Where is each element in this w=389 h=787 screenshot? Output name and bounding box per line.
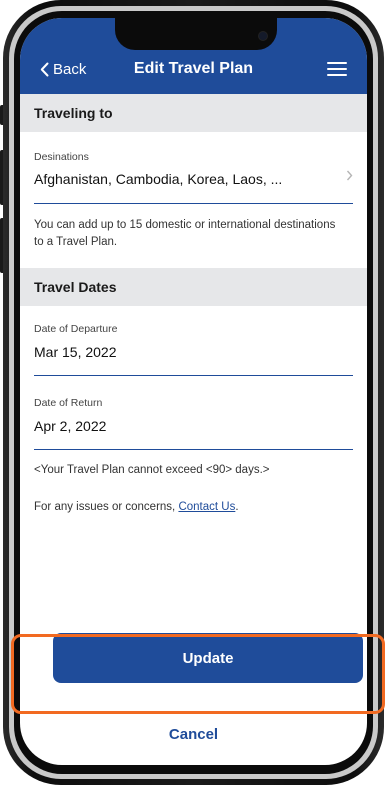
update-button[interactable]: Update bbox=[53, 633, 363, 683]
departure-value: Mar 15, 2022 bbox=[34, 344, 117, 360]
contact-note: For any issues or concerns, Contact Us. bbox=[34, 501, 239, 513]
contact-us-link[interactable]: Contact Us bbox=[178, 501, 235, 513]
return-label: Date of Return bbox=[34, 397, 103, 409]
trip-limit-note: <Your Travel Plan cannot exceed <90> day… bbox=[34, 464, 270, 476]
phone-screen: Back Edit Travel Plan Traveling to Desin… bbox=[20, 18, 367, 765]
cancel-button[interactable]: Cancel bbox=[20, 726, 367, 743]
destinations-helper-text: You can add up to 15 domestic or interna… bbox=[34, 219, 336, 248]
hamburger-menu-icon[interactable] bbox=[327, 62, 347, 76]
section-travel-dates: Travel Dates bbox=[20, 268, 367, 306]
camera-icon bbox=[258, 31, 268, 41]
destinations-value: Afghanistan, Cambodia, Korea, Laos, ... bbox=[34, 171, 283, 187]
section-title: Traveling to bbox=[34, 105, 113, 121]
chevron-right-icon bbox=[346, 170, 353, 181]
return-underline bbox=[34, 449, 353, 450]
departure-underline bbox=[34, 375, 353, 376]
return-value: Apr 2, 2022 bbox=[34, 418, 107, 434]
page-title: Edit Travel Plan bbox=[133, 60, 254, 77]
section-traveling-to: Traveling to bbox=[20, 94, 367, 132]
departure-label: Date of Departure bbox=[34, 323, 118, 335]
destinations-underline bbox=[34, 203, 353, 204]
notch bbox=[115, 18, 277, 50]
section-title: Travel Dates bbox=[34, 279, 117, 295]
destinations-label: Desinations bbox=[34, 151, 89, 163]
